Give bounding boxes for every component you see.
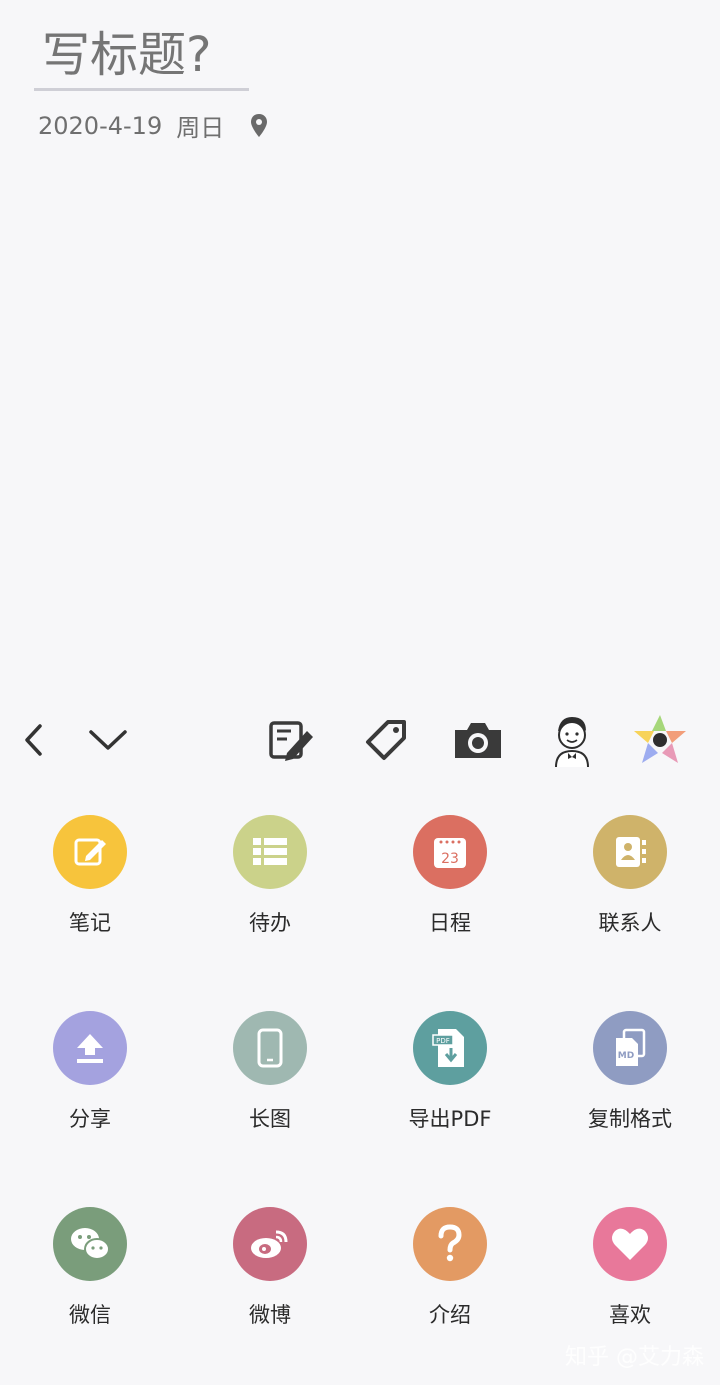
grid-item-copy-format[interactable]: MD 复制格式 (540, 1011, 720, 1161)
calendar-icon: 23 (413, 815, 487, 889)
chevron-down-icon[interactable] (76, 700, 140, 780)
grid-item-like[interactable]: 喜欢 (540, 1207, 720, 1357)
grid-item-todo[interactable]: 待办 (180, 815, 360, 965)
date-text: 2020-4-19 (38, 111, 163, 140)
grid-item-label: 微信 (69, 1303, 111, 1327)
editor-toolbar (0, 700, 720, 780)
grid-item-label: 分享 (69, 1107, 111, 1131)
watermark: 知乎 @艾力森 (565, 1345, 704, 1370)
camera-icon[interactable] (446, 700, 510, 780)
grid-item-weibo[interactable]: 微博 (180, 1207, 360, 1357)
grid-item-long-image[interactable]: 长图 (180, 1011, 360, 1161)
phone-icon (233, 1011, 307, 1085)
grid-item-label: 笔记 (69, 911, 111, 935)
calendar-day: 23 (441, 851, 459, 867)
grid-item-label: 复制格式 (588, 1107, 672, 1131)
weibo-icon (233, 1207, 307, 1281)
grid-item-label: 微博 (249, 1303, 291, 1327)
grid-item-label: 介绍 (429, 1303, 471, 1327)
grid-item-share[interactable]: 分享 (0, 1011, 180, 1161)
wechat-icon (53, 1207, 127, 1281)
avatar-icon[interactable] (540, 700, 604, 780)
grid-item-schedule[interactable]: 23 日程 (360, 815, 540, 965)
tag-icon[interactable] (354, 700, 418, 780)
grid-item-label: 长图 (249, 1107, 291, 1131)
edit-notes-icon[interactable] (260, 700, 324, 780)
location-pin-icon[interactable] (246, 111, 272, 141)
grid-item-notes[interactable]: 笔记 (0, 815, 180, 965)
grid-item-label: 联系人 (598, 911, 662, 935)
grid-item-label: 日程 (429, 911, 471, 935)
pdf-export-icon: PDF (413, 1011, 487, 1085)
grid-item-label: 导出PDF (408, 1107, 492, 1131)
grid-item-intro[interactable]: 介绍 (360, 1207, 540, 1357)
grid-item-label: 待办 (249, 911, 291, 935)
grid-item-export-pdf[interactable]: PDF 导出PDF (360, 1011, 540, 1161)
grid-item-label: 喜欢 (609, 1303, 651, 1327)
weekday-text: 周日 (176, 114, 225, 142)
color-star-icon[interactable] (628, 700, 692, 780)
markdown-copy-icon: MD (593, 1011, 667, 1085)
list-icon (233, 815, 307, 889)
pdf-badge: PDF (436, 1037, 450, 1045)
note-meta: 2020-4-19 周日 (38, 108, 272, 143)
title-input[interactable] (38, 20, 256, 90)
chevron-left-icon[interactable] (2, 700, 66, 780)
edit-icon (53, 815, 127, 889)
markdown-badge: MD (618, 1051, 634, 1061)
contact-card-icon (593, 815, 667, 889)
title-underline (34, 88, 249, 91)
grid-item-wechat[interactable]: 微信 (0, 1207, 180, 1357)
question-icon (413, 1207, 487, 1281)
heart-icon (593, 1207, 667, 1281)
grid-item-contacts[interactable]: 联系人 (540, 815, 720, 965)
upload-icon (53, 1011, 127, 1085)
